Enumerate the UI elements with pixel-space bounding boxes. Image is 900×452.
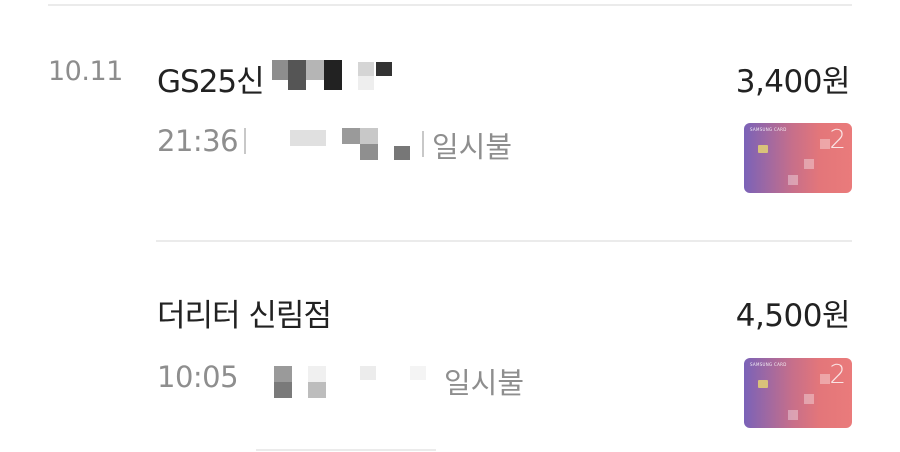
card-chip-icon	[758, 145, 768, 153]
transaction-time: 10:05	[157, 360, 239, 394]
transaction-meta: 21:36	[157, 124, 252, 158]
redacted-block	[358, 76, 374, 90]
redacted-block	[308, 382, 326, 398]
redacted-block	[272, 60, 288, 80]
redacted-block	[324, 60, 342, 90]
installment-type: 일시불	[432, 130, 513, 164]
samsung-card-image: SAMSUNG CARD 2	[744, 123, 852, 193]
bottom-divider	[256, 449, 436, 451]
redacted-block	[342, 128, 360, 144]
samsung-card-image: SAMSUNG CARD 2	[744, 358, 852, 428]
redacted-block	[360, 144, 378, 160]
top-divider	[48, 4, 852, 6]
meta-separator	[244, 128, 247, 154]
meta-separator	[422, 131, 424, 157]
redacted-block	[410, 366, 426, 380]
redacted-block	[376, 62, 392, 76]
transaction-date: 10.11	[48, 56, 123, 87]
merchant-name: GS25신	[157, 56, 265, 101]
redacted-block	[288, 60, 306, 90]
card-pattern	[804, 394, 814, 404]
card-pattern	[804, 159, 814, 169]
merchant-name-text: GS25신	[157, 64, 265, 100]
transaction-amount: 4,500원	[735, 298, 851, 334]
redacted-block	[360, 366, 376, 380]
redacted-block	[306, 60, 324, 80]
merchant-name: 더리터 신림점	[157, 298, 332, 334]
redacted-block	[308, 366, 326, 382]
redacted-block	[358, 62, 374, 76]
redacted-block	[394, 146, 410, 160]
transaction-divider	[156, 240, 852, 242]
card-brand: SAMSUNG CARD	[750, 127, 787, 132]
card-pattern	[788, 175, 798, 185]
card-pattern	[788, 410, 798, 420]
transaction-history-screen: 10.11 GS25신 3,400원 21:36 일시불 SAMSUNG CAR…	[0, 0, 900, 452]
redacted-block	[274, 382, 292, 398]
card-number: 2	[829, 360, 846, 390]
card-number: 2	[829, 125, 846, 155]
card-brand: SAMSUNG CARD	[750, 362, 787, 367]
redacted-block	[274, 366, 292, 382]
transaction-amount: 3,400원	[735, 64, 851, 100]
installment-type: 일시불	[444, 366, 525, 400]
card-chip-icon	[758, 380, 768, 388]
redacted-block	[360, 128, 378, 144]
transaction-time: 21:36	[157, 124, 239, 158]
redacted-block	[290, 130, 326, 146]
